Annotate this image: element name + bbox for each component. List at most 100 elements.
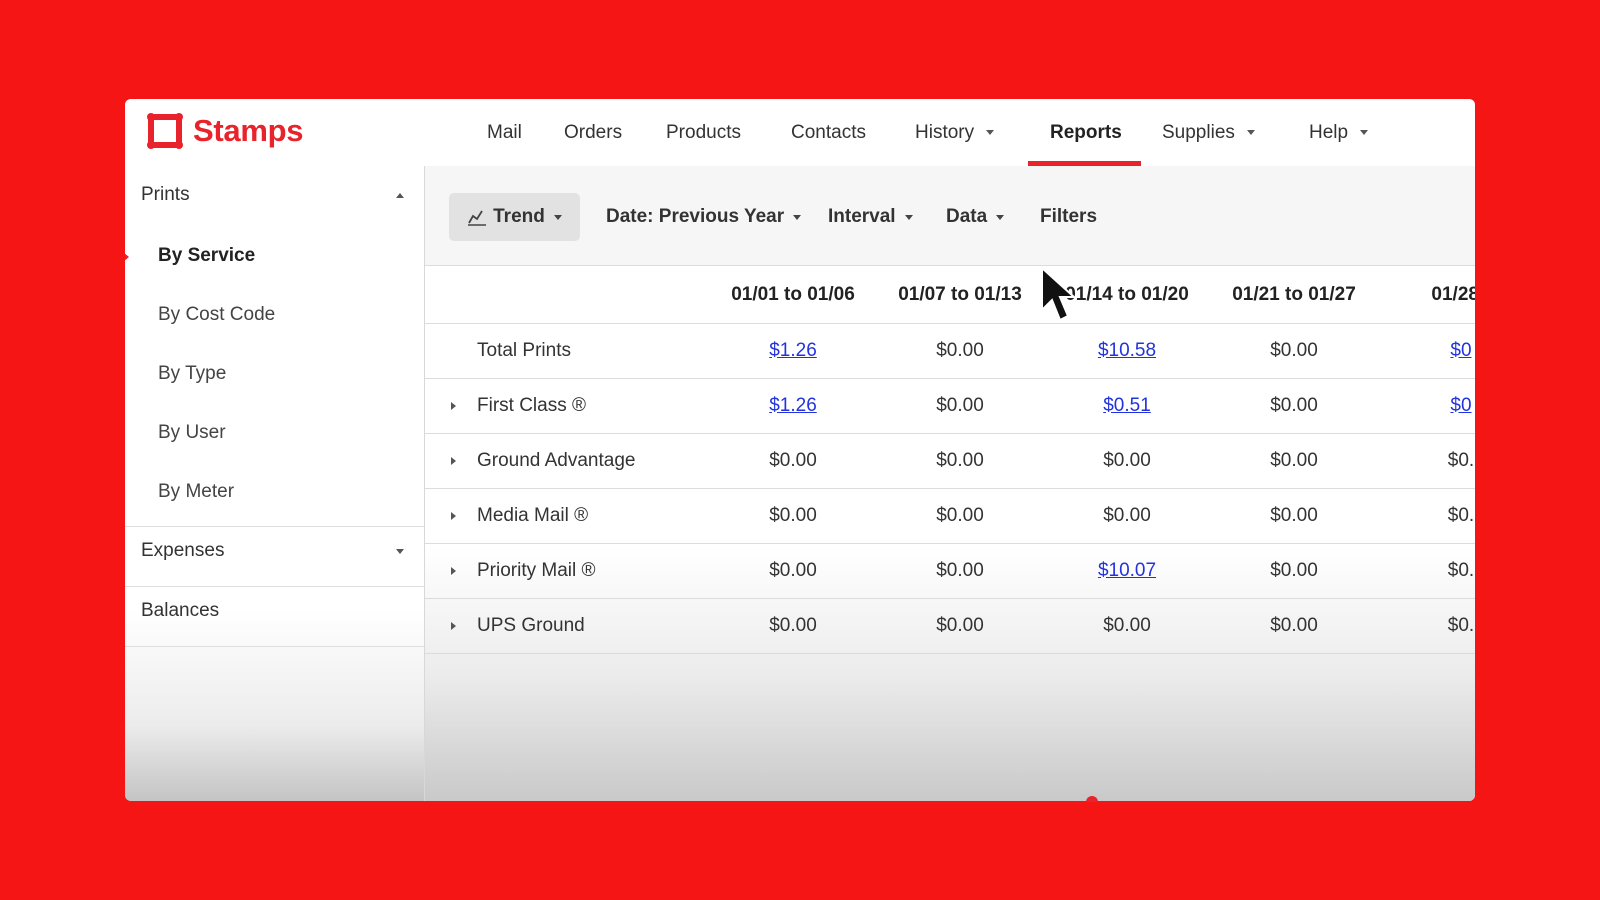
nav-supplies[interactable]: Supplies — [1162, 99, 1255, 166]
nav-products[interactable]: Products — [666, 99, 741, 166]
value-link[interactable]: $1.26 — [769, 395, 817, 417]
expand-row-icon[interactable] — [451, 512, 456, 520]
expand-row-icon[interactable] — [451, 402, 456, 410]
value-cell: $0.00 — [769, 559, 817, 581]
nav-reports[interactable]: Reports — [1050, 99, 1122, 166]
expand-row-icon[interactable] — [451, 622, 456, 630]
nav-help[interactable]: Help — [1309, 99, 1369, 166]
value-cell: $0.00 — [936, 394, 984, 416]
nav-history[interactable]: History — [915, 99, 995, 166]
sidebar-divider — [125, 646, 424, 647]
value-cell: $0.00 — [936, 614, 984, 636]
stamps-logo[interactable]: Stamps — [147, 113, 303, 149]
sidebar-item-by-meter[interactable]: By Meter — [158, 481, 234, 503]
value-cell: $0.51 — [1042, 378, 1212, 433]
column-header[interactable]: 01/07 to 01/13 — [875, 266, 1045, 323]
table-row[interactable]: First Class ® $1.26 $0.00 $0.51 $0.00 $0 — [425, 378, 1475, 434]
chevron-down-icon — [553, 214, 562, 220]
chevron-down-icon — [996, 214, 1005, 220]
value-cell: $0 — [1376, 378, 1475, 433]
interval-dropdown[interactable]: Interval — [828, 193, 913, 241]
column-header[interactable]: 01/01 to 01/06 — [708, 266, 878, 323]
date-range-dropdown[interactable]: Date: Previous Year — [606, 193, 802, 241]
row-label: Media Mail ® — [477, 504, 589, 526]
chevron-down-icon — [1360, 130, 1369, 135]
column-header[interactable]: 01/21 to 01/27 — [1209, 266, 1379, 323]
value-cell: $0.00 — [769, 504, 817, 526]
value-cell: $0.00 — [936, 339, 984, 361]
value-cell: $0.00 — [1270, 449, 1318, 471]
expand-row-icon[interactable] — [451, 567, 456, 575]
value-link[interactable]: $0.51 — [1103, 395, 1151, 417]
value-link[interactable]: $0 — [1450, 395, 1471, 417]
app-window: Stamps Mail Orders Products Contacts His… — [125, 99, 1475, 801]
column-header[interactable]: 01/28 t — [1376, 266, 1475, 323]
filters-button[interactable]: Filters — [1040, 193, 1097, 241]
value-cell: $0.00 — [1270, 559, 1318, 581]
value-link[interactable]: $10.07 — [1098, 560, 1156, 582]
value-cell: $1.26 — [708, 378, 878, 433]
chevron-down-icon — [396, 548, 404, 554]
nav-contacts[interactable]: Contacts — [791, 99, 866, 166]
nav-mail[interactable]: Mail — [487, 99, 522, 166]
row-label: Priority Mail ® — [477, 559, 596, 581]
value-cell: $0.00 — [936, 559, 984, 581]
table-row[interactable]: UPS Ground $0.00 $0.00 $0.00 $0.00 $0. — [425, 598, 1475, 654]
report-main: Trend Date: Previous Year Interval Data … — [425, 166, 1475, 801]
table-row[interactable]: Ground Advantage $0.00 $0.00 $0.00 $0.00 $0. — [425, 433, 1475, 489]
row-label: UPS Ground — [477, 614, 585, 636]
sidebar-item-by-service[interactable]: By Service — [158, 245, 255, 267]
table-row[interactable]: Priority Mail ® $0.00 $0.00 $10.07 $0.00 $0. — [425, 543, 1475, 599]
value-cell: $0.00 — [936, 504, 984, 526]
value-cell: $0. — [1447, 559, 1475, 581]
value-cell: $0.00 — [1270, 614, 1318, 636]
value-cell: $10.07 — [1042, 543, 1212, 598]
sidebar-item-by-cost-code[interactable]: By Cost Code — [158, 304, 275, 326]
value-cell: $0. — [1447, 449, 1475, 471]
value-cell: $0.00 — [1103, 449, 1151, 471]
table-row: Total Prints $1.26 $0.00 $10.58 $0.00 $0 — [425, 323, 1475, 379]
row-label: Ground Advantage — [477, 449, 636, 471]
row-label: Total Prints — [477, 339, 571, 361]
sidebar-section-prints[interactable]: Prints — [141, 183, 406, 207]
value-cell: $0.00 — [769, 614, 817, 636]
value-link[interactable]: $10.58 — [1098, 340, 1156, 362]
value-cell: $0.00 — [769, 449, 817, 471]
sidebar-item-by-user[interactable]: By User — [158, 422, 226, 444]
top-nav: Stamps Mail Orders Products Contacts His… — [125, 99, 1475, 167]
table-header-row: 01/01 to 01/06 01/07 to 01/13 01/14 to 01/… — [425, 266, 1475, 324]
value-cell: $0.00 — [1270, 339, 1318, 361]
value-cell: $0.00 — [1103, 614, 1151, 636]
chevron-down-icon — [986, 130, 995, 135]
sidebar-item-by-type[interactable]: By Type — [158, 363, 226, 385]
sidebar-section-expenses[interactable]: Expenses — [141, 539, 406, 563]
active-item-marker — [125, 252, 129, 262]
chevron-up-icon — [396, 192, 404, 198]
value-cell: $0. — [1447, 614, 1475, 636]
sidebar-divider — [125, 586, 424, 587]
reports-sidebar: Prints By Service By Cost Code By Type B… — [125, 166, 425, 801]
data-dropdown[interactable]: Data — [946, 193, 1005, 241]
column-header[interactable]: 01/14 to 01/20 — [1042, 266, 1212, 323]
value-cell: $10.58 — [1042, 323, 1212, 378]
value-cell: $0.00 — [1270, 504, 1318, 526]
brand-name: Stamps — [193, 113, 304, 148]
row-label: First Class ® — [477, 394, 586, 416]
nav-orders[interactable]: Orders — [564, 99, 622, 166]
value-cell: $0.00 — [1270, 394, 1318, 416]
value-link[interactable]: $1.26 — [769, 340, 817, 362]
value-link[interactable]: $0 — [1450, 340, 1471, 362]
sidebar-section-balances[interactable]: Balances — [141, 599, 406, 623]
chevron-down-icon — [793, 214, 802, 220]
report-toolbar: Trend Date: Previous Year Interval Data … — [425, 166, 1475, 266]
progress-dot — [1086, 796, 1098, 802]
sidebar-divider — [125, 526, 424, 527]
trend-dropdown[interactable]: Trend — [449, 193, 580, 241]
value-cell: $0 — [1376, 323, 1475, 378]
table-row[interactable]: Media Mail ® $0.00 $0.00 $0.00 $0.00 $0. — [425, 488, 1475, 544]
chevron-down-icon — [904, 214, 913, 220]
stamp-frame-icon — [147, 113, 183, 149]
value-cell: $0.00 — [936, 449, 984, 471]
value-cell: $0. — [1447, 504, 1475, 526]
expand-row-icon[interactable] — [451, 457, 456, 465]
